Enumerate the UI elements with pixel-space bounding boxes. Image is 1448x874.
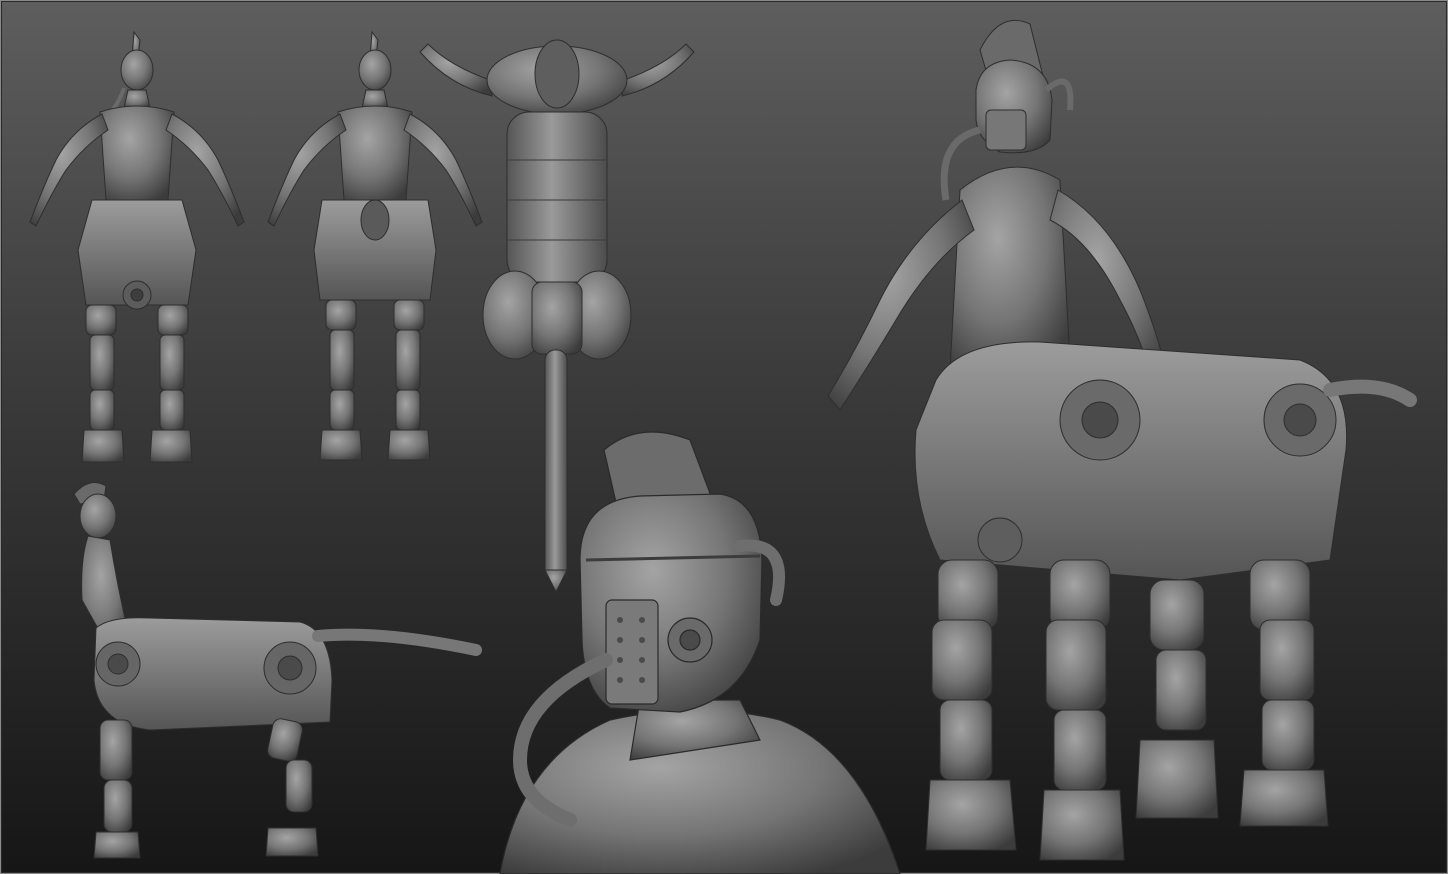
render-canvas bbox=[29, 19, 1417, 874]
turnaround-sheet bbox=[0, 0, 1448, 874]
centaur-side-view bbox=[73, 481, 482, 859]
centaur-back-view bbox=[267, 30, 483, 461]
centaur-three-quarter-view bbox=[827, 19, 1417, 861]
centaur-front-view bbox=[29, 30, 245, 463]
